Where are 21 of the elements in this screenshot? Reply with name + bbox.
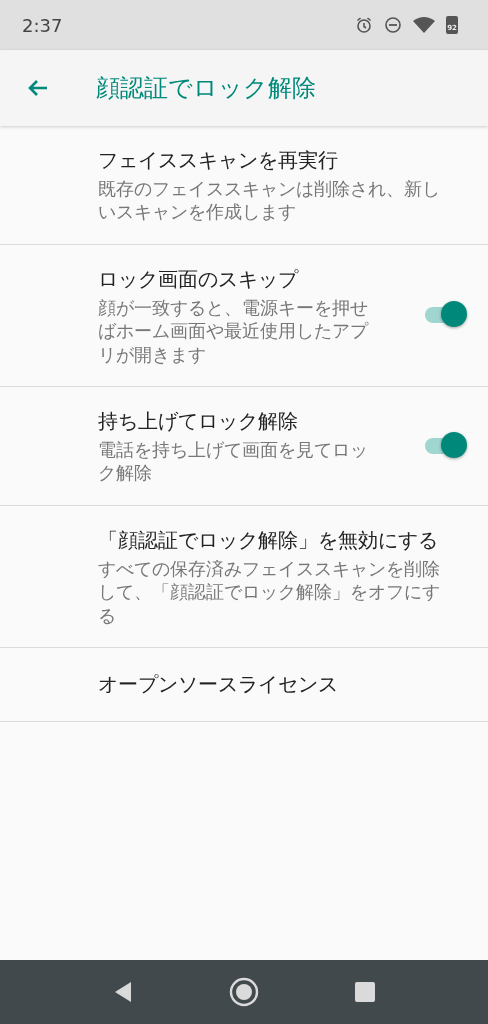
item-summary: 既存のフェイススキャンは削除され、新しいスキャンを作成します [98, 177, 441, 224]
alarm-icon [355, 16, 373, 34]
settings-item[interactable]: 持ち上げてロック解除 電話を持ち上げて画面を見てロック解除 [0, 386, 488, 506]
settings-item[interactable]: ロック画面のスキップ 顔が一致すると、電源キーを押せばホーム画面や最近使用したアプリが開きます [0, 244, 488, 387]
settings-item[interactable]: オープンソースライセンス [0, 647, 488, 722]
item-title: フェイススキャンを再実行 [98, 147, 339, 174]
settings-item[interactable]: 「顔認証でロック解除」を無効にする すべての保存済みフェイススキャンを削除して、「顔認証でロック解除」をオフにする [0, 505, 488, 648]
settings-item[interactable]: フェイススキャンを再実行 既存のフェイススキャンは削除され、新しいスキャンを作成します [0, 126, 488, 245]
back-icon[interactable] [113, 981, 133, 1003]
item-title: 「顔認証でロック解除」を無効にする [98, 526, 439, 554]
do-not-disturb-icon [384, 16, 402, 34]
item-summary: 顔が一致すると、電源キーを押せばホーム画面や最近使用したアプリが開きます [98, 295, 370, 366]
item-title: オープンソースライセンス [98, 671, 338, 699]
wifi-icon [413, 17, 435, 33]
item-summary: 電話を持ち上げて画面を見てロック解除 [98, 437, 369, 485]
item-title: ロック画面のスキップ [98, 265, 300, 293]
item-title: 持ち上げてロック解除 [98, 407, 299, 435]
home-icon[interactable] [229, 977, 259, 1007]
item-summary: すべての保存済みフェイススキャンを削除して、「顔認証でロック解除」をオフにする [98, 556, 441, 627]
status-time: 2:37 [22, 14, 63, 36]
page-title: 顔認証でロック解除 [96, 73, 316, 104]
